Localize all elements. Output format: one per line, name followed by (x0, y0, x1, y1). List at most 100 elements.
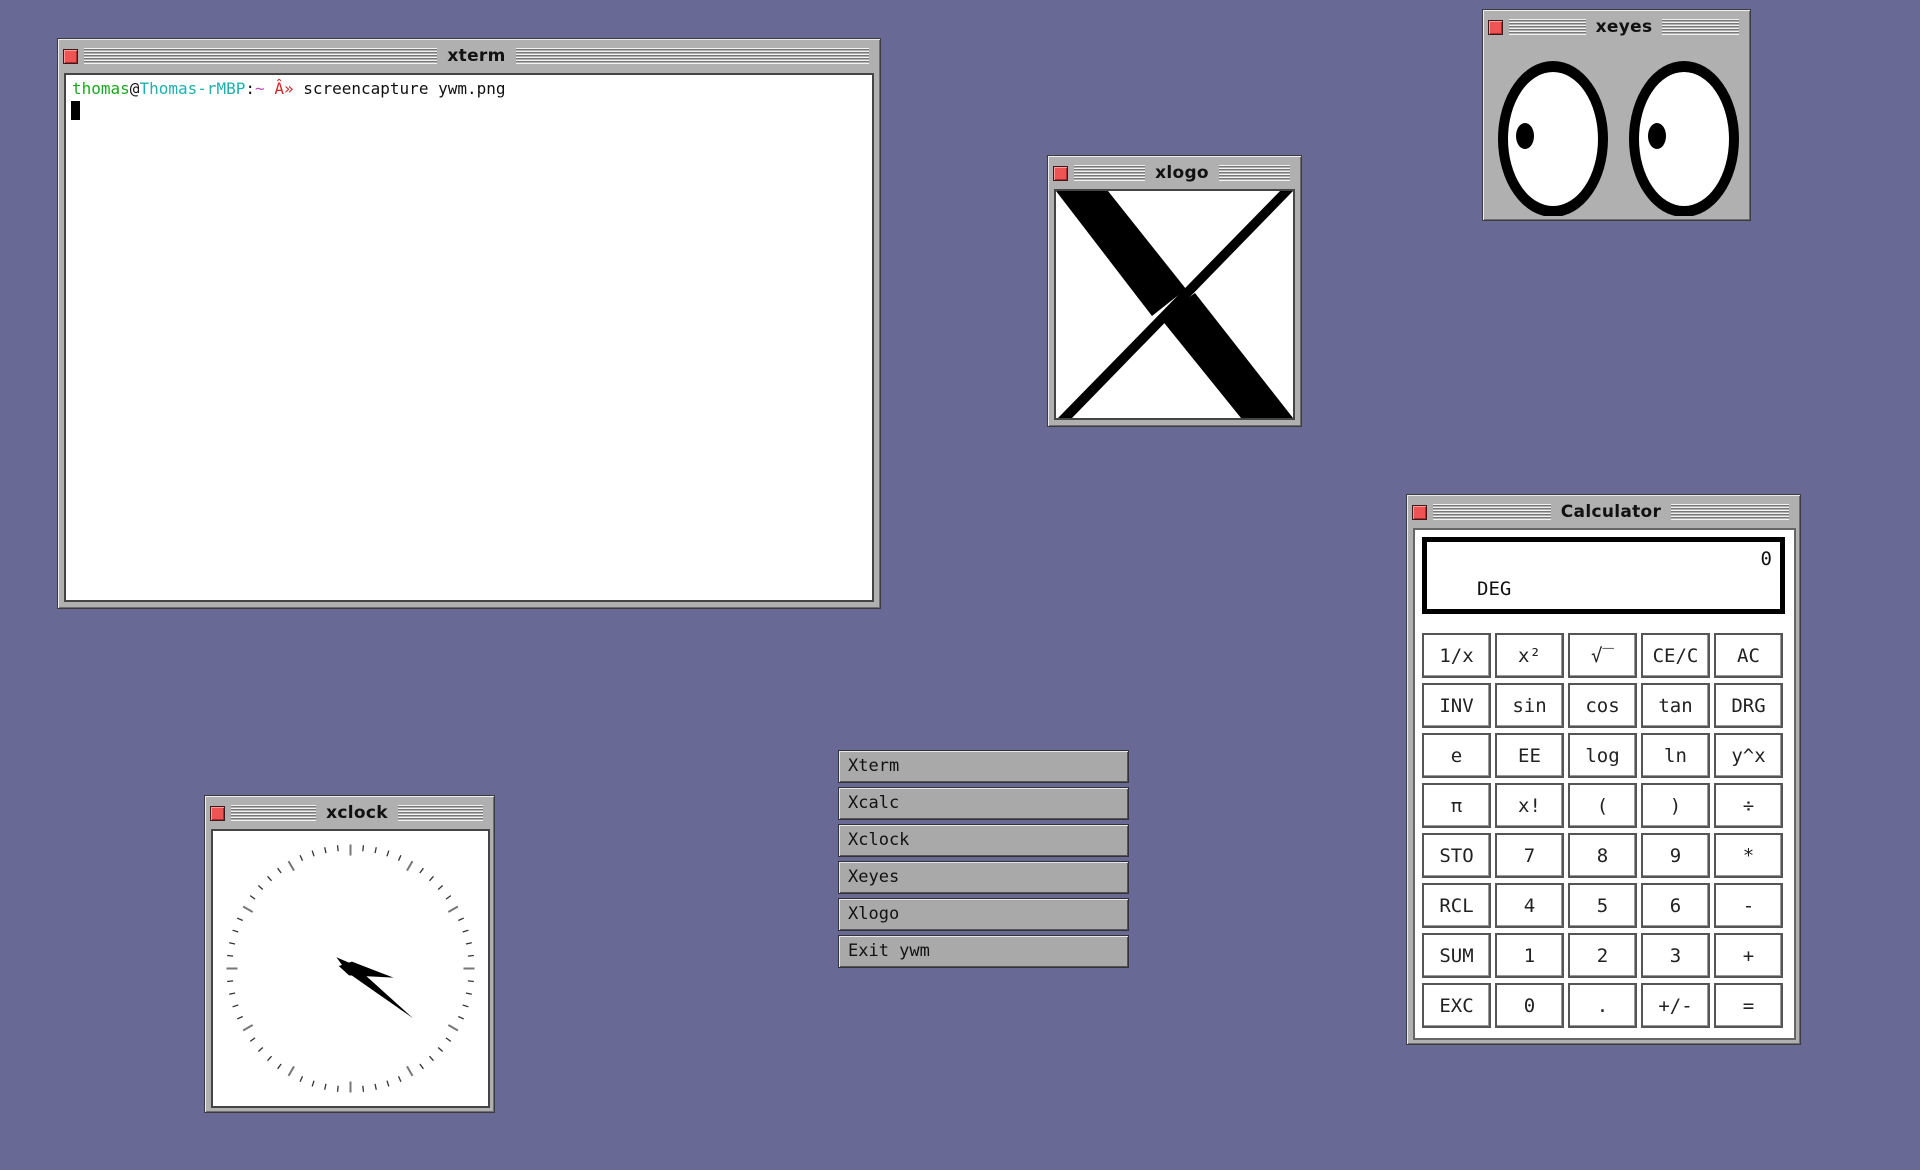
clock-minor-tick (467, 954, 474, 957)
clock-minor-tick (336, 1085, 339, 1092)
calc-key[interactable]: log (1568, 733, 1637, 778)
calc-key[interactable]: cos (1568, 683, 1637, 728)
clock-minor-tick (419, 867, 424, 874)
terminal-area[interactable]: thomas@Thomas-rMBP:~ Â» screencapture yw… (64, 73, 874, 602)
calc-key[interactable]: 3 (1641, 933, 1710, 978)
calc-key[interactable]: 6 (1641, 883, 1710, 928)
menu-item-xterm[interactable]: Xterm (838, 750, 1129, 783)
clock-minor-tick (437, 885, 444, 891)
calc-key[interactable]: + (1714, 933, 1783, 978)
xlogo-titlebar[interactable]: xlogo (1053, 161, 1296, 185)
clock-major-tick (447, 905, 459, 913)
calc-key[interactable]: y^x (1714, 733, 1783, 778)
clock-minor-tick (336, 845, 339, 852)
calc-key[interactable]: 2 (1568, 933, 1637, 978)
menu-item-exit-ywm[interactable]: Exit ywm (838, 935, 1129, 968)
clock-face (211, 829, 490, 1108)
display-value: 0 (1760, 548, 1772, 570)
calc-key[interactable]: 8 (1568, 833, 1637, 878)
clock-minor-tick (445, 1037, 452, 1042)
calculator-titlebar[interactable]: Calculator (1412, 500, 1795, 524)
calc-key[interactable]: ( (1568, 783, 1637, 828)
menu-item-xclock[interactable]: Xclock (838, 824, 1129, 857)
calc-key[interactable]: CE/C (1641, 633, 1710, 678)
root-menu: Xterm Xcalc Xclock Xeyes Xlogo Exit ywm (838, 750, 1129, 972)
titlebar-stripes (1671, 504, 1790, 520)
calc-key[interactable]: tan (1641, 683, 1710, 728)
terminal-prompt-line: thomas@Thomas-rMBP:~ Â» screencapture yw… (72, 79, 506, 98)
close-icon[interactable] (1488, 19, 1503, 35)
clock-minor-tick (419, 1063, 424, 1070)
calc-key[interactable]: +/- (1641, 983, 1710, 1028)
clock-minor-tick (386, 1080, 390, 1087)
calc-key[interactable]: 4 (1495, 883, 1564, 928)
left-pupil-icon (1516, 123, 1534, 149)
calc-key[interactable]: x² (1495, 633, 1564, 678)
calc-key[interactable]: STO (1422, 833, 1491, 878)
calc-key[interactable]: e (1422, 733, 1491, 778)
clock-dial-icon (226, 844, 475, 1093)
calc-key[interactable]: x! (1495, 783, 1564, 828)
calc-key[interactable]: RCL (1422, 883, 1491, 928)
calc-key[interactable]: INV (1422, 683, 1491, 728)
window-title: xlogo (1155, 163, 1209, 183)
calc-key[interactable]: EE (1495, 733, 1564, 778)
calc-key[interactable]: 1 (1495, 933, 1564, 978)
calc-key[interactable]: EXC (1422, 983, 1491, 1028)
titlebar-stripes (1509, 19, 1586, 35)
calc-key[interactable]: ln (1641, 733, 1710, 778)
calc-key[interactable]: = (1714, 983, 1783, 1028)
calc-key[interactable]: 0 (1495, 983, 1564, 1028)
clock-minor-tick (386, 850, 390, 857)
clock-minor-tick (229, 942, 236, 945)
clock-major-tick (287, 860, 295, 872)
calc-key[interactable]: 1/x (1422, 633, 1491, 678)
clock-minor-tick (324, 1083, 327, 1090)
xeyes-titlebar[interactable]: xeyes (1488, 15, 1745, 39)
calculator-display: 0 DEG (1422, 537, 1785, 614)
right-pupil-icon (1648, 123, 1666, 149)
clock-minor-tick (465, 942, 472, 945)
clock-minor-tick (299, 1076, 304, 1083)
close-icon[interactable] (63, 48, 78, 64)
xterm-titlebar[interactable]: xterm (63, 44, 875, 68)
close-icon[interactable] (1412, 504, 1427, 520)
calc-key[interactable]: AC (1714, 633, 1783, 678)
calc-key[interactable]: . (1568, 983, 1637, 1028)
clock-minor-tick (229, 992, 236, 995)
calc-key[interactable]: 5 (1568, 883, 1637, 928)
clock-minor-tick (277, 867, 282, 874)
calc-key[interactable]: SUM (1422, 933, 1491, 978)
calc-key[interactable]: DRG (1714, 683, 1783, 728)
calc-key[interactable]: ÷ (1714, 783, 1783, 828)
clock-major-tick (287, 1065, 295, 1077)
clock-minor-tick (227, 980, 234, 983)
clock-minor-tick (236, 917, 243, 922)
menu-item-xlogo[interactable]: Xlogo (838, 898, 1129, 931)
clock-minor-tick (428, 1055, 434, 1062)
menu-item-xeyes[interactable]: Xeyes (838, 861, 1129, 894)
menu-item-xcalc[interactable]: Xcalc (838, 787, 1129, 820)
xlogo-canvas (1054, 189, 1295, 420)
eyes-graphic (1498, 61, 1739, 216)
calc-key[interactable]: sin (1495, 683, 1564, 728)
window-title: xeyes (1595, 17, 1653, 37)
calc-key[interactable]: √‾ (1568, 633, 1637, 678)
titlebar-stripes (231, 805, 317, 821)
calc-key[interactable]: π (1422, 783, 1491, 828)
clock-minor-tick (465, 992, 472, 995)
close-icon[interactable] (1053, 165, 1068, 181)
xeyes-window: xeyes (1482, 9, 1751, 221)
calc-key[interactable]: ) (1641, 783, 1710, 828)
xclock-titlebar[interactable]: xclock (210, 801, 489, 825)
close-icon[interactable] (210, 805, 225, 821)
titlebar-stripes (1662, 19, 1740, 35)
clock-minor-tick (299, 854, 304, 861)
calc-key[interactable]: 7 (1495, 833, 1564, 878)
window-title: xterm (447, 46, 506, 66)
calc-key[interactable]: * (1714, 833, 1783, 878)
calc-key[interactable]: 9 (1641, 833, 1710, 878)
calculator-window: Calculator 0 DEG 1/x x² √‾ CE/C AC INV sin cos t… (1406, 494, 1801, 1045)
clock-minor-tick (397, 1076, 402, 1083)
calc-key[interactable]: - (1714, 883, 1783, 928)
